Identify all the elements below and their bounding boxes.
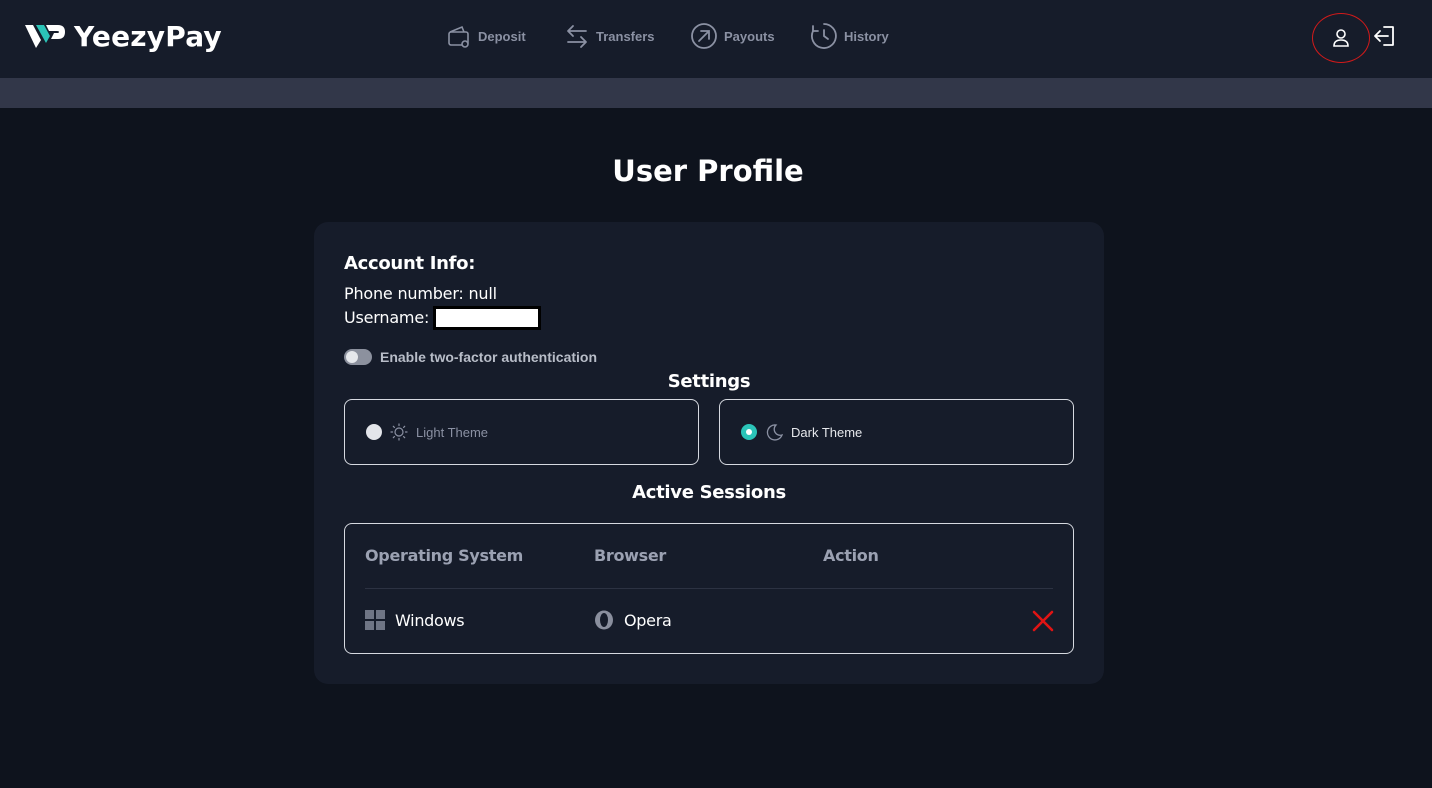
history-clock-icon [811, 23, 837, 49]
page-title: User Profile [612, 154, 804, 188]
moon-icon [766, 424, 783, 441]
terminate-session-button[interactable] [1031, 609, 1055, 633]
nav-label-history: History [844, 28, 889, 44]
close-icon [1032, 610, 1054, 632]
dark-theme-label: Dark Theme [791, 424, 863, 440]
user-icon [1333, 29, 1349, 47]
two-factor-label: Enable two-factor authentication [380, 349, 598, 365]
nav-item-history[interactable]: History [810, 20, 889, 52]
nav-label-deposit: Deposit [478, 28, 526, 44]
session-os-label: Windows [395, 610, 465, 630]
arrow-up-right-circle-icon [691, 23, 717, 49]
light-theme-label: Light Theme [416, 424, 489, 440]
wallet-icon [448, 25, 469, 48]
transfer-arrows-icon [567, 25, 587, 48]
windows-icon [365, 610, 385, 630]
settings-title: Settings [667, 371, 751, 392]
active-sessions-title: Active Sessions [632, 482, 786, 503]
username-redacted [433, 306, 541, 330]
nav-item-payouts[interactable]: Payouts [690, 20, 775, 52]
light-theme-radio[interactable] [366, 424, 382, 440]
table-divider [365, 588, 1053, 589]
account-info-title: Account Info: [344, 253, 476, 274]
session-os-cell: Windows [365, 609, 465, 631]
top-navbar: YeezyPay Deposit Transfers Payouts Histo… [0, 0, 1432, 78]
dark-theme-option[interactable]: Dark Theme [719, 399, 1074, 465]
nav-label-transfers: Transfers [596, 28, 655, 44]
profile-button[interactable] [1312, 13, 1370, 63]
dark-theme-radio[interactable] [741, 424, 757, 440]
logout-button[interactable] [1372, 24, 1396, 48]
phone-number-line: Phone number: null [344, 284, 497, 303]
header-operating-system: Operating System [365, 546, 523, 565]
header-browser: Browser [594, 546, 667, 565]
opera-icon [595, 610, 613, 630]
light-theme-option[interactable]: Light Theme [344, 399, 699, 465]
header-action: Action [823, 546, 879, 565]
nav-item-deposit[interactable]: Deposit [446, 20, 526, 52]
sub-navbar [0, 78, 1432, 108]
logout-icon [1374, 26, 1394, 46]
session-browser-cell: Opera [594, 609, 672, 631]
sun-icon [390, 423, 408, 441]
profile-card: Account Info: Phone number: null Usernam… [314, 222, 1104, 684]
session-browser-label: Opera [624, 610, 672, 630]
nav-label-payouts: Payouts [724, 28, 775, 44]
main-nav: Deposit Transfers Payouts History [0, 20, 1432, 52]
nav-item-transfers[interactable]: Transfers [564, 20, 655, 52]
two-factor-toggle[interactable] [344, 349, 372, 365]
two-factor-toggle-row[interactable]: Enable two-factor authentication [344, 348, 597, 366]
sessions-table: Operating System Browser Action Windows … [344, 523, 1074, 654]
username-label: Username: [344, 308, 430, 327]
